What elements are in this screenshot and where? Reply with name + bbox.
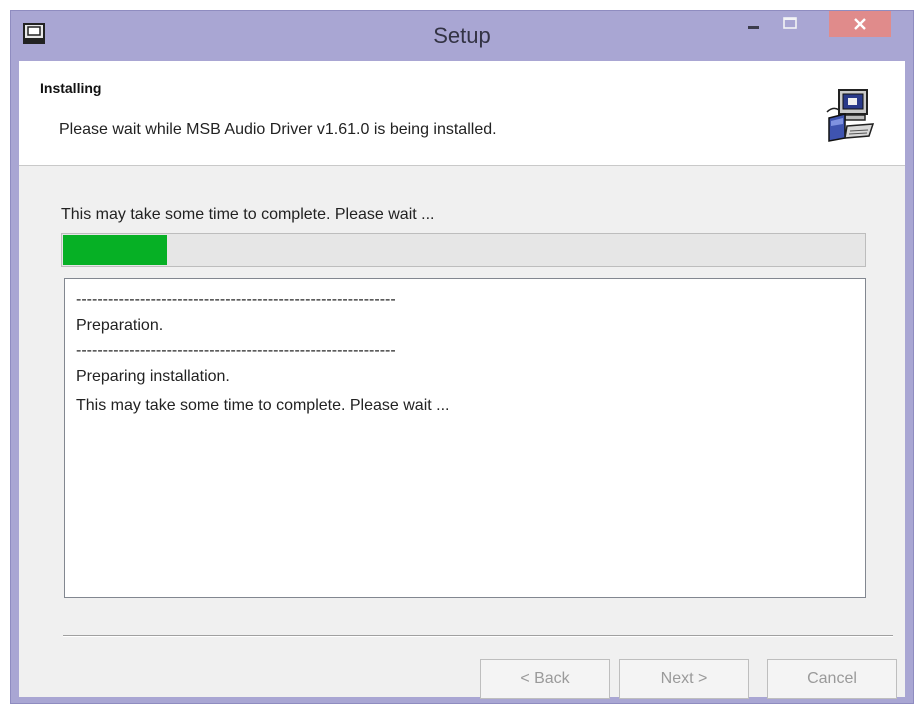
title-bar[interactable]: Setup [11, 11, 913, 61]
minimize-icon[interactable] [739, 11, 769, 37]
page-title: Installing [40, 80, 102, 96]
footer-divider [63, 635, 893, 637]
setup-window: Setup Installing Please wait while MSB A… [10, 10, 914, 704]
log-line: Preparing installation. [76, 368, 230, 385]
next-button[interactable]: Next > [619, 659, 749, 699]
installer-computer-icon [826, 89, 875, 142]
status-message: This may take some time to complete. Ple… [61, 206, 435, 223]
header-panel: Installing Please wait while MSB Audio D… [19, 61, 905, 166]
log-line: This may take some time to complete. Ple… [76, 397, 450, 414]
details-log[interactable]: ----------------------------------------… [64, 278, 866, 598]
maximize-icon[interactable] [775, 11, 805, 37]
page-description: Please wait while MSB Audio Driver v1.61… [59, 121, 497, 138]
log-line: Preparation. [76, 317, 164, 334]
log-line: ----------------------------------------… [76, 291, 396, 308]
back-button[interactable]: < Back [480, 659, 610, 699]
progress-bar-fill [63, 235, 167, 265]
cancel-button[interactable]: Cancel [767, 659, 897, 699]
log-list: ----------------------------------------… [65, 279, 865, 420]
window-content: Installing Please wait while MSB Audio D… [19, 61, 905, 699]
log-line: ----------------------------------------… [76, 342, 396, 359]
progress-bar [61, 233, 866, 267]
close-icon[interactable] [829, 11, 891, 37]
